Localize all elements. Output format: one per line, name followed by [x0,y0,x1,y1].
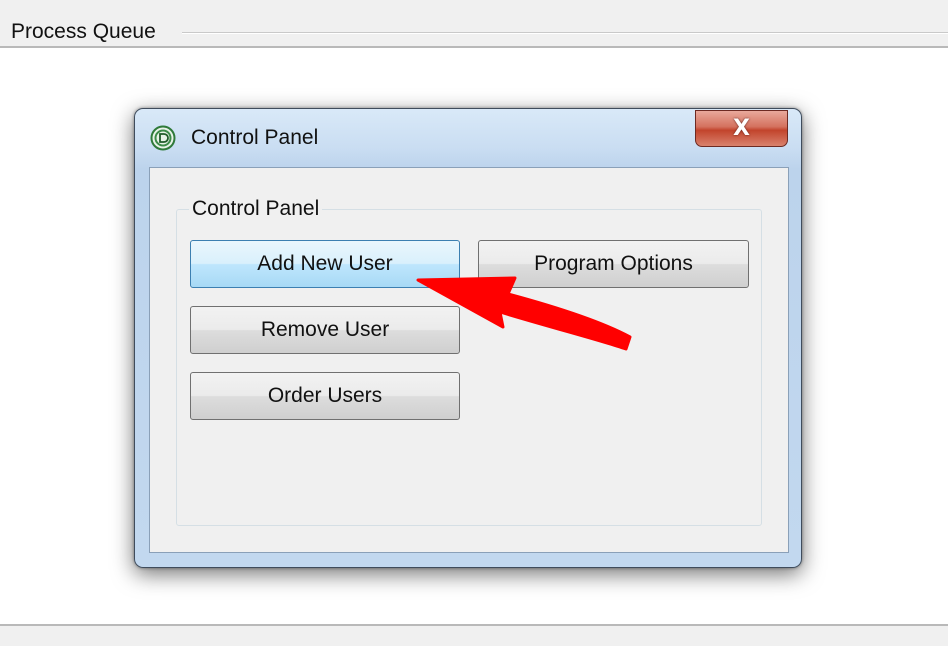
app-icon [150,125,176,151]
add-new-user-button[interactable]: Add New User [190,240,460,288]
close-icon: X [733,116,750,141]
groupbox-label: Control Panel [189,197,323,221]
bottom-strip [0,624,948,646]
section-rule [182,32,948,34]
window-title: Control Panel [191,126,319,149]
close-button[interactable]: X [695,110,788,147]
program-options-button[interactable]: Program Options [478,240,749,288]
control-panel-window: Control Panel X Control Panel Add New Us… [134,108,802,568]
order-users-button[interactable]: Order Users [190,372,460,420]
top-strip: Process Queue [0,0,948,48]
remove-user-button[interactable]: Remove User [190,306,460,354]
section-title: Process Queue [11,20,160,44]
window-client-area: Control Panel Add New User Program Optio… [149,167,789,553]
